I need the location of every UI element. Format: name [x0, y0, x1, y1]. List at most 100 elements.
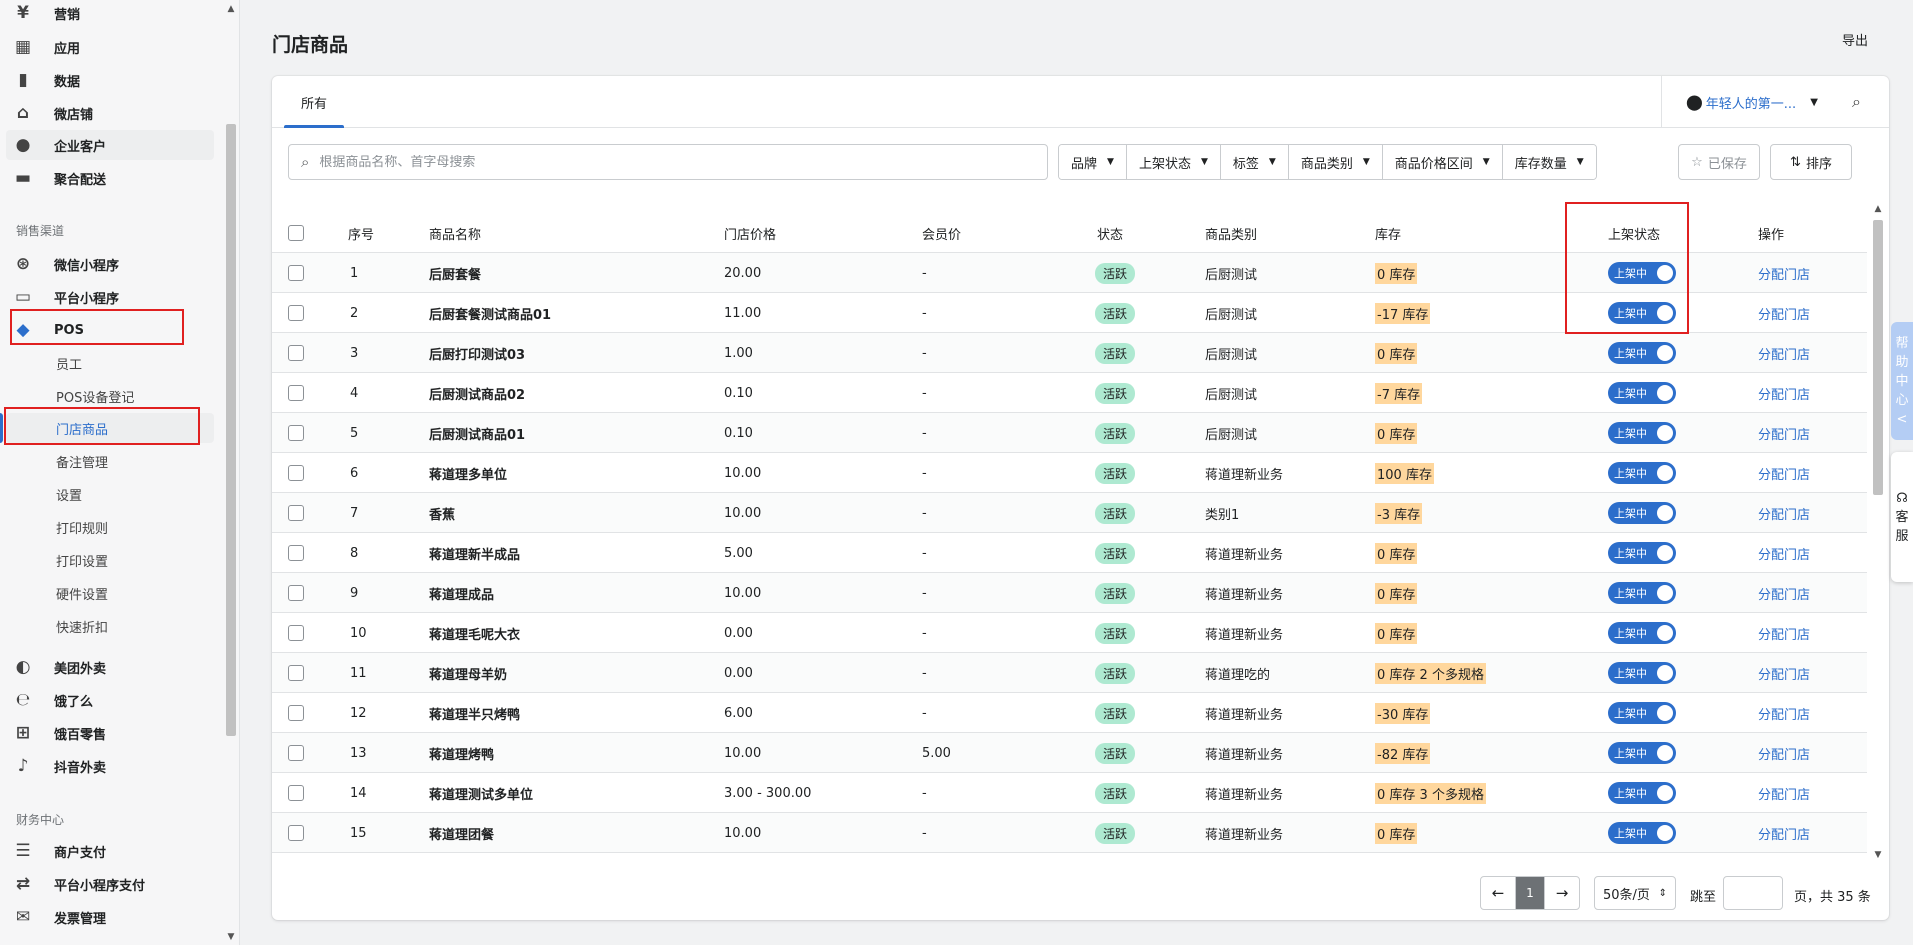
cell-product-name[interactable]: 蒋道理母羊奶	[429, 653, 507, 693]
row-checkbox[interactable]	[288, 665, 304, 681]
table-row[interactable]: 11 蒋道理母羊奶 0.00 - 活跃 蒋道理吃的 0 库存 2 个多规格 上架中 分配门店	[272, 653, 1867, 693]
filter-brand[interactable]: 品牌 ▼	[1059, 145, 1127, 179]
table-row[interactable]: 3 后厨打印测试03 1.00 - 活跃 后厨测试 0 库存 上架中 分配门店	[272, 333, 1867, 373]
cell-product-name[interactable]: 蒋道理半只烤鸭	[429, 693, 520, 733]
assign-store-link[interactable]: 分配门店	[1758, 504, 1810, 523]
listing-toggle[interactable]: 上架中	[1608, 502, 1676, 524]
listing-toggle[interactable]: 上架中	[1608, 742, 1676, 764]
sidebar-item-platform-miniprogram[interactable]: ▭ 平台小程序	[12, 282, 212, 312]
sidebar-subitem-settings[interactable]: 设置	[56, 479, 206, 509]
sidebar-item-meituan[interactable]: ◐ 美团外卖	[12, 652, 212, 682]
cell-product-name[interactable]: 后厨套餐测试商品01	[429, 293, 551, 333]
assign-store-link[interactable]: 分配门店	[1758, 264, 1810, 283]
assign-store-link[interactable]: 分配门店	[1758, 704, 1810, 723]
select-all-checkbox[interactable]	[288, 225, 304, 241]
table-scrollbar-thumb[interactable]	[1873, 220, 1883, 495]
cell-product-name[interactable]: 香蕉	[429, 493, 455, 533]
sidebar-item-store[interactable]: ⌂ 微店铺	[12, 98, 212, 128]
table-row[interactable]: 7 香蕉 10.00 - 活跃 类别1 -3 库存 上架中 分配门店	[272, 493, 1867, 533]
filter-listing-status[interactable]: 上架状态 ▼	[1126, 145, 1221, 179]
sidebar-subitem-print-rules[interactable]: 打印规则	[56, 512, 206, 542]
scroll-down-icon[interactable]: ▼	[1873, 850, 1883, 860]
assign-store-link[interactable]: 分配门店	[1758, 784, 1810, 803]
listing-toggle[interactable]: 上架中	[1608, 342, 1676, 364]
listing-toggle[interactable]: 上架中	[1608, 662, 1676, 684]
help-center-tab[interactable]: 帮 助 中 心 <	[1891, 322, 1913, 440]
sidebar-item-data[interactable]: ▮ 数据	[12, 65, 212, 95]
saved-button[interactable]: ☆ 已保存	[1678, 144, 1760, 180]
table-row[interactable]: 8 蒋道理新半成品 5.00 - 活跃 蒋道理新业务 0 库存 上架中 分配门店	[272, 533, 1867, 573]
row-checkbox[interactable]	[288, 625, 304, 641]
search-icon[interactable]: ⌕	[1852, 92, 1861, 112]
filter-tag[interactable]: 标签 ▼	[1220, 145, 1289, 179]
listing-toggle[interactable]: 上架中	[1608, 382, 1676, 404]
current-page-button[interactable]: 1	[1515, 876, 1545, 910]
table-row[interactable]: 10 蒋道理毛呢大衣 0.00 - 活跃 蒋道理新业务 0 库存 上架中 分配门店	[272, 613, 1867, 653]
sidebar-subitem-print-settings[interactable]: 打印设置	[56, 545, 206, 575]
tab-all[interactable]: 所有	[284, 76, 344, 128]
row-checkbox[interactable]	[288, 505, 304, 521]
row-checkbox[interactable]	[288, 265, 304, 281]
assign-store-link[interactable]: 分配门店	[1758, 424, 1810, 443]
table-scrollbar[interactable]: ▲ ▼	[1870, 202, 1886, 862]
table-row[interactable]: 6 蒋道理多单位 10.00 - 活跃 蒋道理新业务 100 库存 上架中 分配门店	[272, 453, 1867, 493]
row-checkbox[interactable]	[288, 545, 304, 561]
sidebar-scrollbar-thumb[interactable]	[226, 124, 236, 736]
row-checkbox[interactable]	[288, 745, 304, 761]
listing-toggle[interactable]: 上架中	[1608, 702, 1676, 724]
search-input[interactable]	[319, 154, 1000, 170]
listing-toggle[interactable]: 上架中	[1608, 822, 1676, 844]
row-checkbox[interactable]	[288, 785, 304, 801]
cell-product-name[interactable]: 蒋道理团餐	[429, 813, 494, 853]
sidebar-item-ebai[interactable]: ⊞ 饿百零售	[12, 718, 212, 748]
filter-stock[interactable]: 库存数量 ▼	[1502, 145, 1596, 179]
listing-toggle[interactable]: 上架中	[1608, 462, 1676, 484]
row-checkbox[interactable]	[288, 585, 304, 601]
table-row[interactable]: 15 蒋道理团餐 10.00 - 活跃 蒋道理新业务 0 库存 上架中 分配门店	[272, 813, 1867, 853]
sort-button[interactable]: ⇅ 排序	[1770, 144, 1852, 180]
table-row[interactable]: 14 蒋道理测试多单位 3.00 - 300.00 - 活跃 蒋道理新业务 0 库存 3 个…	[272, 773, 1867, 813]
listing-toggle[interactable]: 上架中	[1608, 542, 1676, 564]
assign-store-link[interactable]: 分配门店	[1758, 584, 1810, 603]
row-checkbox[interactable]	[288, 705, 304, 721]
cell-product-name[interactable]: 后厨测试商品02	[429, 373, 525, 413]
cell-product-name[interactable]: 蒋道理测试多单位	[429, 773, 533, 813]
jump-page-input[interactable]	[1723, 876, 1783, 910]
table-row[interactable]: 4 后厨测试商品02 0.10 - 活跃 后厨测试 -7 库存 上架中 分配门店	[272, 373, 1867, 413]
cell-product-name[interactable]: 后厨测试商品01	[429, 413, 525, 453]
page-size-select[interactable]: 50条/页 ⇕	[1594, 876, 1676, 910]
sidebar-item-wechat-miniprogram[interactable]: ⊛ 微信小程序	[12, 249, 212, 279]
row-checkbox[interactable]	[288, 465, 304, 481]
sidebar-item-douyin[interactable]: ♪ 抖音外卖	[12, 751, 212, 781]
cell-product-name[interactable]: 蒋道理毛呢大衣	[429, 613, 520, 653]
assign-store-link[interactable]: 分配门店	[1758, 384, 1810, 403]
listing-toggle[interactable]: 上架中	[1608, 422, 1676, 444]
assign-store-link[interactable]: 分配门店	[1758, 344, 1810, 363]
export-button[interactable]: 导出	[1842, 30, 1868, 49]
sidebar-item-invoice[interactable]: ✉ 发票管理	[12, 902, 212, 932]
sidebar-item-merchant-payment[interactable]: ☰ 商户支付	[12, 836, 212, 866]
scroll-up-icon[interactable]: ▲	[226, 4, 236, 14]
sidebar-item-eleme[interactable]: ℮ 饿了么	[12, 685, 212, 715]
assign-store-link[interactable]: 分配门店	[1758, 664, 1810, 683]
cell-product-name[interactable]: 蒋道理新半成品	[429, 533, 520, 573]
sidebar-item-platform-payment[interactable]: ⇄ 平台小程序支付	[12, 869, 212, 899]
customer-service-tab[interactable]: ☊ 客 服	[1891, 452, 1913, 582]
assign-store-link[interactable]: 分配门店	[1758, 544, 1810, 563]
prev-page-button[interactable]: ←	[1480, 876, 1516, 910]
assign-store-link[interactable]: 分配门店	[1758, 744, 1810, 763]
sidebar-item-enterprise-customer[interactable]: ● 企业客户	[6, 130, 214, 160]
sidebar-item-apps[interactable]: ▦ 应用	[12, 32, 212, 62]
next-page-button[interactable]: →	[1544, 876, 1580, 910]
assign-store-link[interactable]: 分配门店	[1758, 624, 1810, 643]
cell-product-name[interactable]: 后厨套餐	[429, 253, 481, 293]
assign-store-link[interactable]: 分配门店	[1758, 824, 1810, 843]
row-checkbox[interactable]	[288, 385, 304, 401]
table-row[interactable]: 13 蒋道理烤鸭 10.00 5.00 活跃 蒋道理新业务 -82 库存 上架中 分配门店	[272, 733, 1867, 773]
sidebar-subitem-staff[interactable]: 员工	[56, 348, 206, 378]
assign-store-link[interactable]: 分配门店	[1758, 304, 1810, 323]
listing-toggle[interactable]: 上架中	[1608, 582, 1676, 604]
sidebar-subitem-notes[interactable]: 备注管理	[56, 446, 206, 476]
table-row[interactable]: 5 后厨测试商品01 0.10 - 活跃 后厨测试 0 库存 上架中 分配门店	[272, 413, 1867, 453]
table-row[interactable]: 9 蒋道理成品 10.00 - 活跃 蒋道理新业务 0 库存 上架中 分配门店	[272, 573, 1867, 613]
